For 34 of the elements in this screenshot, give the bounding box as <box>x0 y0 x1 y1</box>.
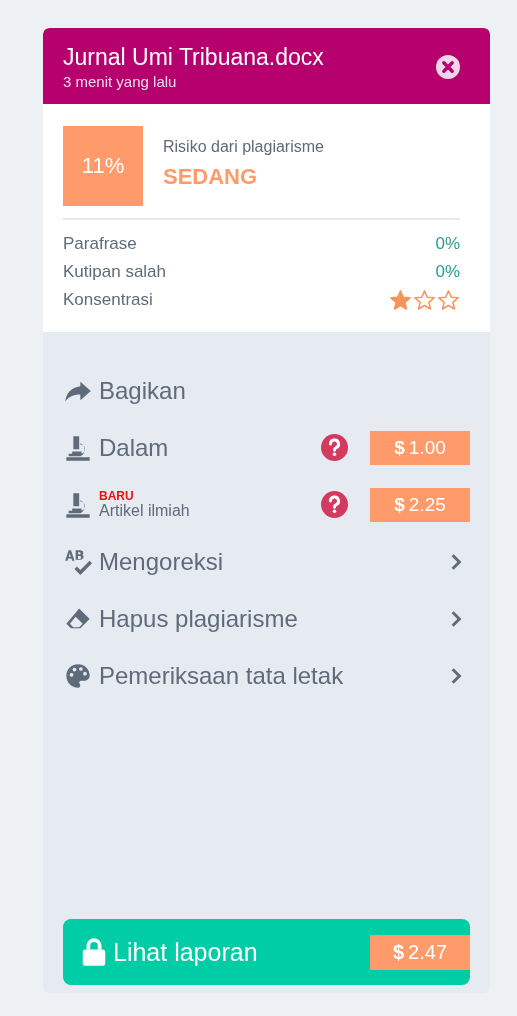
check-option[interactable]: Dalam <box>99 425 321 470</box>
microscope-icon <box>63 433 93 462</box>
metric-value: 0% <box>435 262 460 282</box>
menu-item[interactable]: Pemeriksaan tata letak <box>99 653 450 698</box>
check-option[interactable]: Artikel ilmiah <box>99 501 321 520</box>
menu-item[interactable]: Hapus plagiarisme <box>99 596 450 641</box>
help-icon[interactable] <box>321 491 348 518</box>
menu-item[interactable]: Mengoreksi <box>99 539 450 584</box>
price-tag: $ 1.00 <box>370 430 470 465</box>
price-tag: $ 2.25 <box>370 487 470 522</box>
chevron-right-icon <box>450 552 462 571</box>
metric-label: Kutipan salah <box>63 262 167 282</box>
risk-label: Risiko dari plagiarisme <box>163 137 324 157</box>
chevron-right-icon <box>450 609 462 628</box>
share-link[interactable]: Bagikan <box>99 368 186 413</box>
help-icon[interactable] <box>321 434 348 461</box>
close-icon[interactable] <box>436 55 460 79</box>
microscope-icon <box>63 490 93 519</box>
document-title: Jurnal Umi Tribuana.docx <box>63 43 325 72</box>
empty-star-icon <box>413 288 436 312</box>
chevron-right-icon <box>450 666 462 685</box>
lock-icon <box>81 937 107 967</box>
price-tag: $ 2.47 <box>370 934 470 970</box>
metric-label: Konsentrasi <box>63 290 153 310</box>
empty-star-icon <box>437 288 460 312</box>
timestamp: 3 menit yang lalu <box>63 72 178 92</box>
new-tag: BARU <box>99 489 321 502</box>
spellcheck-icon <box>63 547 93 576</box>
risk-score: 11% <box>63 126 143 206</box>
risk-level: SEDANG <box>163 164 259 190</box>
metric-label: Parafrase <box>63 234 137 254</box>
filled-star-icon <box>389 288 412 312</box>
metric-value: 0% <box>435 234 460 254</box>
palette-icon <box>63 661 93 690</box>
